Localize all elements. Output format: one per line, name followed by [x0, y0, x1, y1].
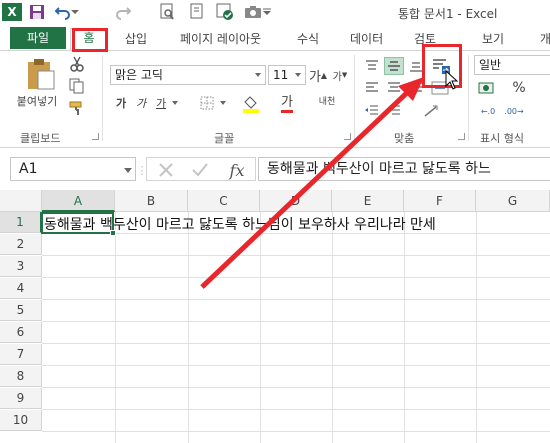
annotation-arrow	[200, 77, 424, 289]
mouse-cursor-icon	[444, 70, 460, 90]
